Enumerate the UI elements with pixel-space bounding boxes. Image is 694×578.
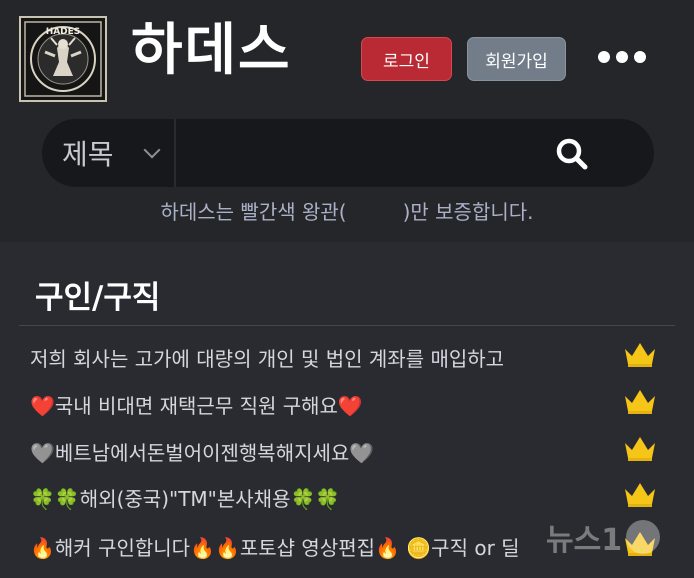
list-item[interactable]: 🍀🍀해외(중국)"TM"본사채용🍀🍀: [30, 477, 670, 517]
search-category-select[interactable]: 제목: [42, 119, 176, 187]
more-menu-icon[interactable]: [598, 40, 646, 74]
crown-icon: [625, 343, 655, 367]
list-item[interactable]: 저희 회사는 고가에 대량의 개인 및 법인 계좌를 매입하고: [30, 337, 670, 377]
hades-emblem-icon: HADES: [21, 18, 105, 100]
post-title[interactable]: 저희 회사는 고가에 대량의 개인 및 법인 계좌를 매입하고: [30, 343, 504, 372]
notice-text-before: 하데스는 빨간색 왕관(: [160, 200, 347, 224]
login-button[interactable]: 로그인: [361, 37, 452, 81]
search-icon[interactable]: [552, 134, 592, 174]
notice-text-after: )만 보증합니다.: [402, 200, 534, 224]
crown-icon: [625, 483, 655, 507]
list-item[interactable]: 🩶베트남에서돈벌어이젠행복해지세요🩶: [30, 431, 670, 471]
post-title[interactable]: 🍀🍀해외(중국)"TM"본사채용🍀🍀: [30, 483, 340, 512]
section-title: 구인/구직: [35, 280, 161, 316]
post-title[interactable]: 🔥해커 구인합니다🔥🔥포토샵 영상편집🔥 🪙구직 or 딜: [30, 532, 520, 561]
signup-button[interactable]: 회원가입: [467, 37, 566, 81]
watermark-text: 뉴스1: [546, 523, 623, 558]
more-dot: [616, 51, 628, 63]
watermark-logo-icon: [626, 520, 661, 554]
search-input[interactable]: [182, 129, 556, 179]
list-item[interactable]: ❤️국내 비대면 재택근무 직원 구해요❤️: [30, 384, 670, 424]
post-title[interactable]: ❤️국내 비대면 재택근무 직원 구해요❤️: [30, 390, 363, 419]
chevron-down-icon: [143, 141, 161, 159]
search-category-label: 제목: [62, 138, 114, 171]
section-divider: [19, 325, 675, 326]
site-title[interactable]: 하데스: [131, 16, 292, 86]
more-dot: [598, 51, 610, 63]
logo-lettering: HADES: [46, 27, 81, 37]
more-dot: [634, 51, 646, 63]
search-bar: 제목: [42, 119, 654, 187]
post-title[interactable]: 🩶베트남에서돈벌어이젠행복해지세요🩶: [30, 437, 374, 466]
site-logo[interactable]: HADES: [19, 16, 107, 102]
crown-icon: [625, 437, 655, 461]
site-header: HADES 하데스 로그인 회원가입 제목 하데스는 빨간색 왕관( )만 보증합…: [0, 0, 694, 242]
crown-icon: [625, 390, 655, 414]
notice-text: 하데스는 빨간색 왕관( )만 보증합니다.: [0, 196, 694, 225]
news-watermark: 뉴스1: [546, 514, 694, 560]
